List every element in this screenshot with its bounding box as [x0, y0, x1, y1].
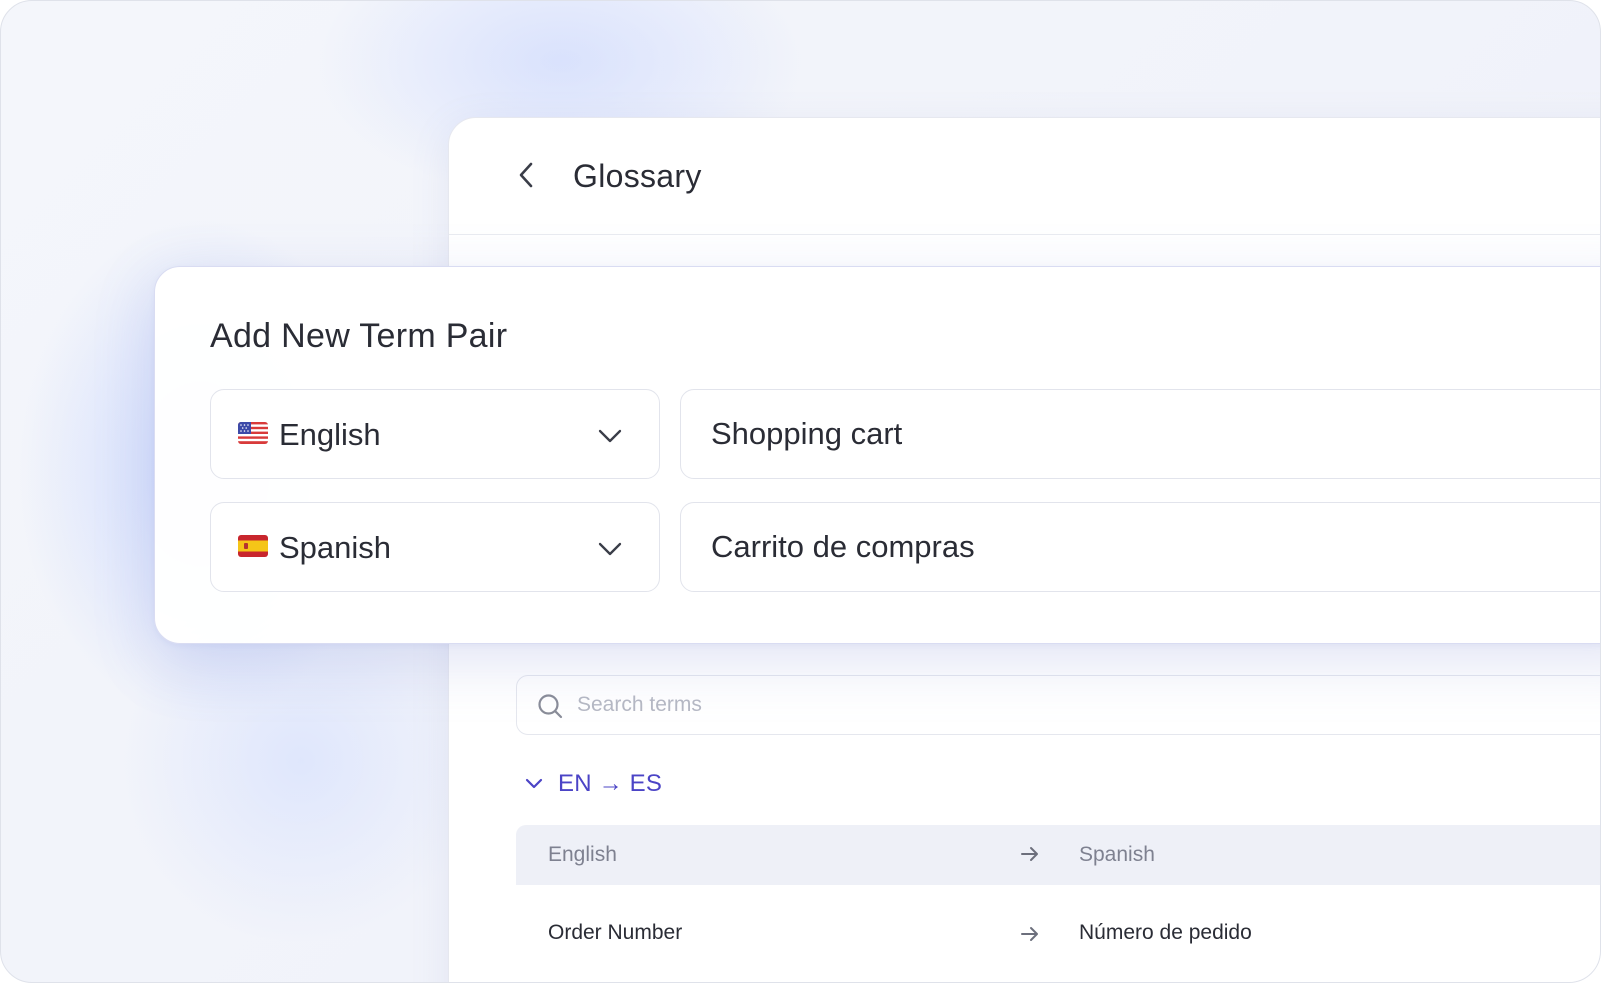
target-term-input[interactable]	[711, 503, 1600, 591]
language-pair-label: EN → ES	[558, 770, 663, 797]
source-language-select[interactable]: English	[210, 389, 660, 479]
table-row[interactable]: Order Number Número de pedido	[516, 885, 1600, 982]
column-header-spanish: Spanish	[1079, 843, 1155, 866]
language-pair-group-toggle[interactable]: EN → ES	[524, 770, 662, 798]
card-title: Add New Term Pair	[210, 317, 508, 355]
panel-header: Glossary	[449, 118, 1600, 235]
chevron-down-icon	[598, 429, 622, 443]
term-source: Order Number	[548, 921, 683, 944]
chevron-down-icon	[598, 542, 622, 556]
chevron-left-icon	[519, 162, 533, 188]
search-icon	[538, 694, 563, 719]
target-term-field[interactable]	[680, 502, 1600, 592]
target-language-select[interactable]: Spanish	[210, 502, 660, 592]
glossary-table: English Spanish Order Number Número de p…	[516, 825, 1600, 982]
source-term-field[interactable]	[680, 389, 1600, 479]
arrow-right-icon	[1021, 847, 1038, 861]
table-header: English Spanish	[516, 825, 1600, 885]
chevron-down-icon	[525, 778, 543, 789]
us-flag-icon	[238, 422, 268, 444]
es-flag-icon	[238, 535, 268, 557]
term-target: Número de pedido	[1079, 921, 1252, 944]
back-button[interactable]	[509, 158, 543, 192]
column-header-english: English	[548, 843, 617, 866]
search-box[interactable]	[516, 675, 1600, 735]
page-title: Glossary	[573, 158, 702, 194]
arrow-right-icon	[1021, 927, 1038, 941]
source-language-name: English	[279, 417, 381, 452]
source-term-input[interactable]	[711, 390, 1600, 478]
add-term-pair-card: Add New Term Pair English Shopping cart …	[154, 266, 1600, 644]
app-frame: Glossary EN → ES English Spanish	[0, 0, 1601, 983]
search-input[interactable]	[577, 676, 1477, 734]
target-language-name: Spanish	[279, 530, 392, 565]
